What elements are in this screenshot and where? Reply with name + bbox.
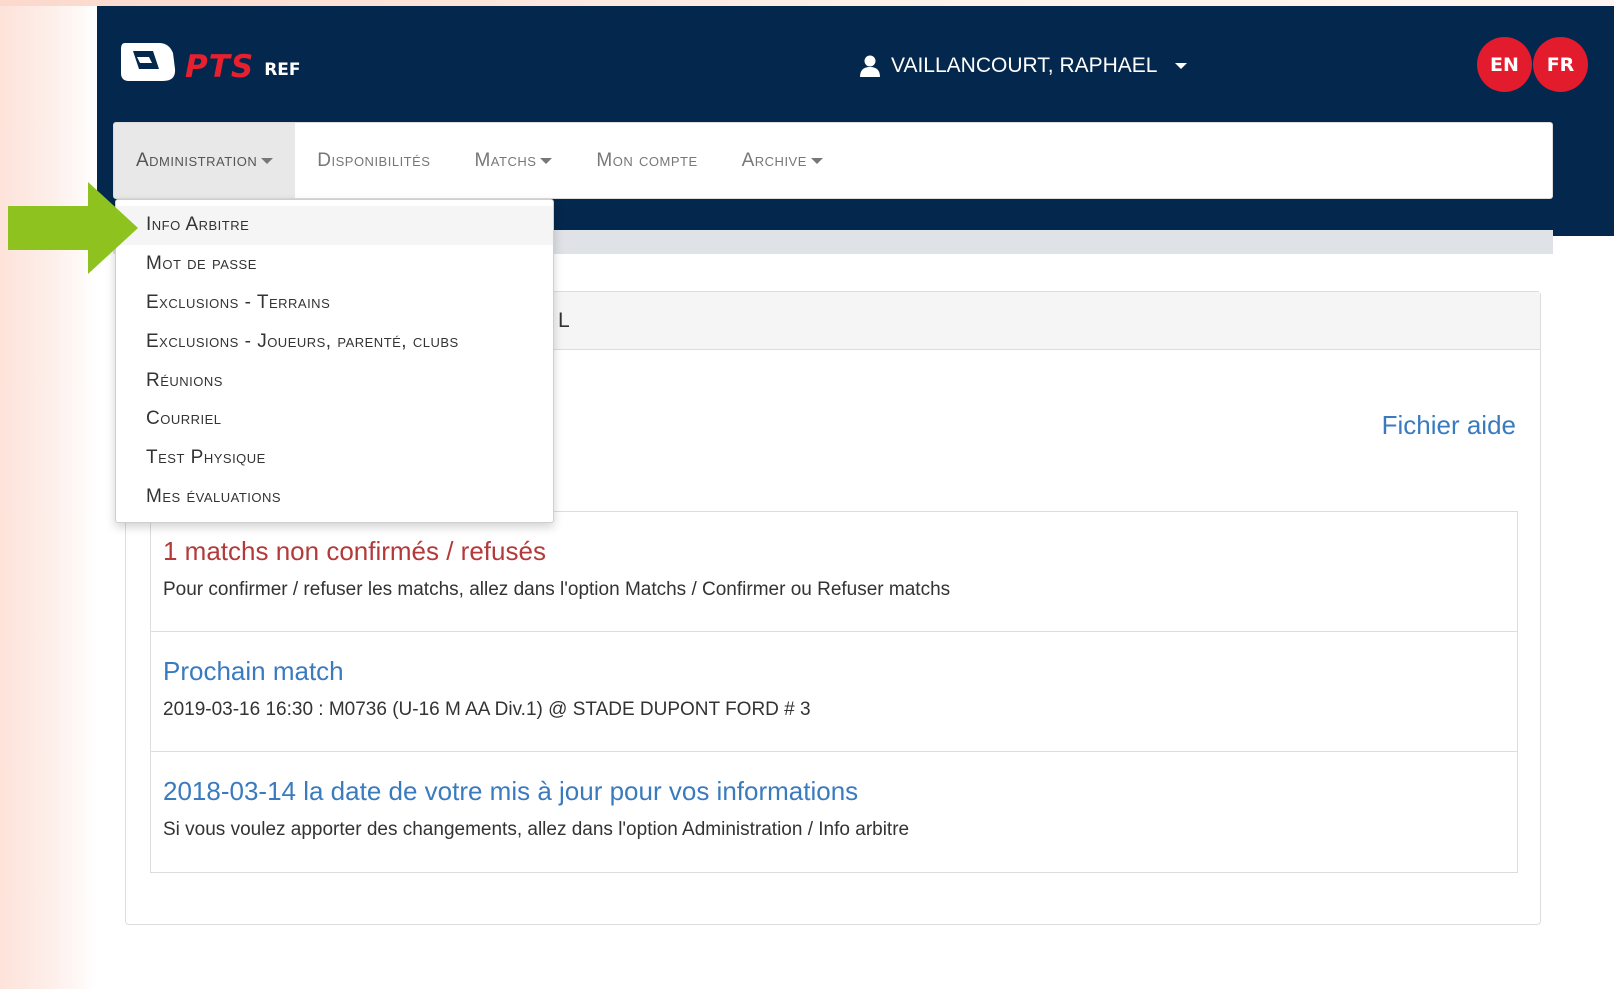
update-date-text: Si vous voulez apporter des changements,…	[163, 819, 910, 840]
help-file-link[interactable]: Fichier aide	[1382, 410, 1516, 441]
chevron-down-icon	[810, 157, 823, 164]
logo-mark-icon	[121, 43, 176, 81]
unconfirmed-title[interactable]: 1 matchs non confirmés / refusés	[163, 536, 1505, 566]
lang-en-button[interactable]: EN	[1477, 37, 1532, 92]
unconfirmed-text: Pour confirmer / refuser les matchs, all…	[163, 579, 951, 600]
menu-item-mot-de-passe[interactable]: Mot de passe	[116, 245, 553, 284]
menu-item-mes-evaluations[interactable]: Mes évaluations	[116, 478, 553, 517]
chevron-down-icon	[261, 157, 274, 164]
nav-matchs[interactable]: Matchs	[452, 123, 574, 198]
menu-item-exclusions-terrains[interactable]: Exclusions - Terrains	[116, 284, 553, 323]
logo[interactable]: PTS REF	[119, 39, 301, 85]
logo-sub: REF	[264, 60, 301, 80]
menu-item-exclusions-joueurs[interactable]: Exclusions - Joueurs, parenté, clubs	[116, 322, 553, 361]
app-window: PTS REF VAILLANCOURT, RAPHAEL EN FR Admi…	[97, 6, 1614, 989]
chevron-down-icon	[540, 157, 553, 164]
user-menu[interactable]: VAILLANCOURT, RAPHAEL	[859, 54, 1188, 78]
nav-mon-compte[interactable]: Mon compte	[574, 123, 719, 198]
administration-dropdown: Info Arbitre Mot de passe Exclusions - T…	[115, 199, 554, 523]
notification-list: 1 matchs non confirmés / refusés Pour co…	[150, 511, 1518, 873]
nav-matchs-label: Matchs	[474, 149, 537, 171]
menu-item-test-physique[interactable]: Test Physique	[116, 439, 553, 478]
menu-item-info-arbitre[interactable]: Info Arbitre	[116, 206, 553, 245]
user-icon	[860, 55, 880, 77]
nav-disponibilites-label: Disponibilités	[317, 149, 431, 171]
nav-archive[interactable]: Archive	[720, 123, 845, 198]
panel-heading-text: L	[558, 308, 570, 332]
nav-administration-label: Administration	[136, 149, 258, 171]
nav-administration[interactable]: Administration	[114, 123, 296, 198]
main-navbar: Administration Disponibilités Matchs Mon…	[113, 122, 1553, 199]
arrow-right-icon	[8, 182, 138, 274]
next-match-title[interactable]: Prochain match	[163, 656, 1505, 686]
lang-fr-button[interactable]: FR	[1533, 37, 1588, 92]
list-item-update-date: 2018-03-14 la date de votre mis à jour p…	[151, 752, 1517, 872]
next-match-text: 2019-03-16 16:30 : M0736 (U-16 M AA Div.…	[163, 699, 811, 720]
list-item-next-match: Prochain match 2019-03-16 16:30 : M0736 …	[151, 632, 1517, 752]
menu-item-courriel[interactable]: Courriel	[116, 400, 553, 439]
menu-item-reunions[interactable]: Réunions	[116, 361, 553, 400]
user-name: VAILLANCOURT, RAPHAEL	[891, 54, 1158, 77]
nav-disponibilites[interactable]: Disponibilités	[295, 123, 452, 198]
update-date-title[interactable]: 2018-03-14 la date de votre mis à jour p…	[163, 776, 1505, 806]
chevron-down-icon	[1175, 63, 1188, 69]
nav-archive-label: Archive	[741, 149, 807, 171]
logo-text: PTS	[185, 49, 255, 85]
list-item-unconfirmed: 1 matchs non confirmés / refusés Pour co…	[151, 512, 1517, 632]
nav-mon-compte-label: Mon compte	[596, 149, 698, 171]
